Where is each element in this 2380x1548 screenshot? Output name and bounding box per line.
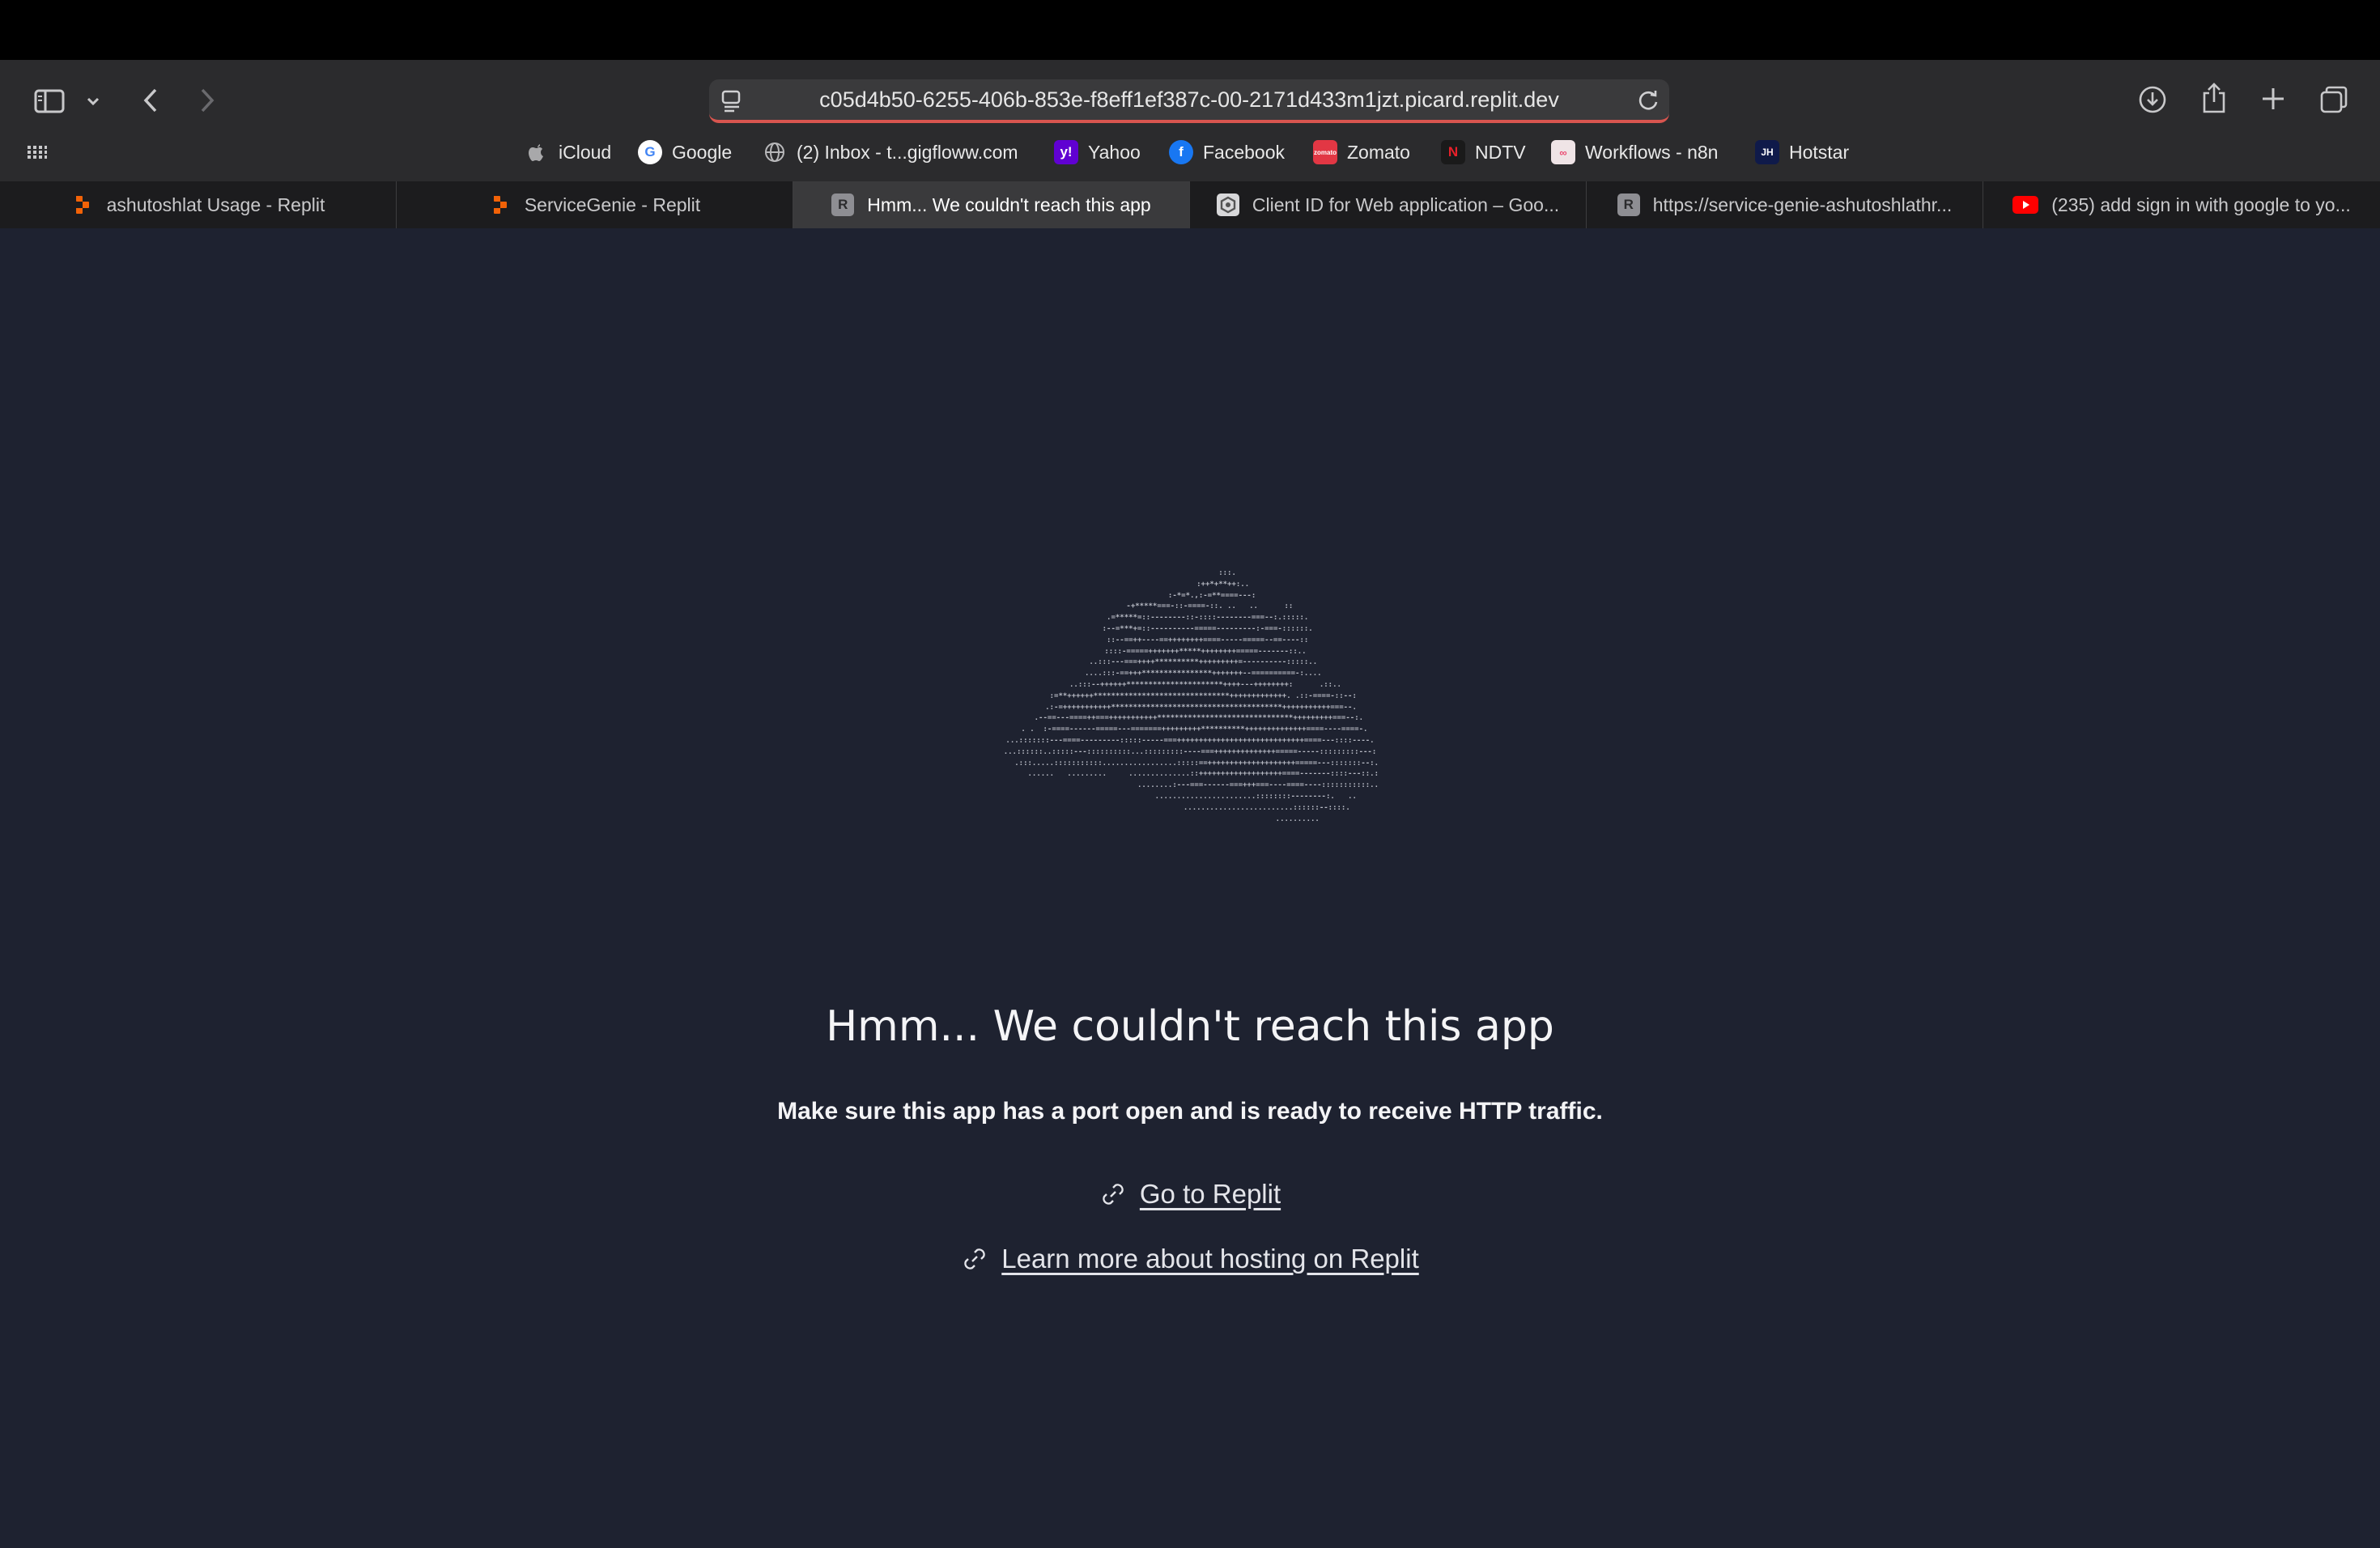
tab-bar: ashutoshlat Usage - Replit ServiceGenie … xyxy=(0,181,2380,229)
bookmark-label: Zomato xyxy=(1347,141,1410,163)
tab-service-genie-url[interactable]: R https://service-genie-ashutoshlathr... xyxy=(1587,181,1983,228)
link-icon xyxy=(964,1248,985,1269)
globe-icon xyxy=(763,140,787,164)
forward-button[interactable] xyxy=(191,84,223,117)
bookmark-ndtv[interactable]: N NDTV xyxy=(1441,134,1526,170)
bookmark-facebook[interactable]: f Facebook xyxy=(1169,134,1285,170)
replit-icon xyxy=(489,194,512,216)
tab-youtube[interactable]: (235) add sign in with google to yo... xyxy=(1983,181,2380,228)
tab-overview-icon xyxy=(2320,86,2348,113)
ndtv-icon: N xyxy=(1441,140,1465,164)
reload-icon[interactable] xyxy=(1635,87,1661,119)
chevron-left-icon xyxy=(143,88,157,113)
hotstar-icon: JH xyxy=(1755,140,1779,164)
plus-icon xyxy=(2263,88,2284,109)
google-cloud-icon xyxy=(1216,194,1239,216)
apple-icon xyxy=(525,140,549,164)
bookmark-label: Google xyxy=(672,141,733,163)
r-icon: R xyxy=(831,194,855,216)
bookmark-label: NDTV xyxy=(1475,141,1526,163)
tab-replit-usage[interactable]: ashutoshlat Usage - Replit xyxy=(0,181,397,228)
back-button[interactable] xyxy=(134,84,167,117)
r-icon: R xyxy=(1617,194,1640,216)
bookmark-label: Hotstar xyxy=(1789,141,1850,163)
bookmark-label: Workflows - n8n xyxy=(1585,141,1719,163)
sidebar-icon xyxy=(34,89,65,113)
address-bar[interactable]: c05d4b50-6255-406b-853e-f8eff1ef387c-00-… xyxy=(709,79,1669,123)
link-label[interactable]: Learn more about hosting on Replit xyxy=(1001,1244,1419,1274)
bookmark-n8n[interactable]: ∞ Workflows - n8n xyxy=(1551,134,1718,170)
url-text[interactable]: c05d4b50-6255-406b-853e-f8eff1ef387c-00-… xyxy=(819,87,1559,113)
tab-group-dropdown-button[interactable] xyxy=(81,89,105,113)
bookmark-hotstar[interactable]: JH Hotstar xyxy=(1755,134,1849,170)
tab-label: ServiceGenie - Replit xyxy=(524,194,701,215)
link-label[interactable]: Go to Replit xyxy=(1140,1179,1281,1210)
tab-label: ashutoshlat Usage - Replit xyxy=(106,194,325,215)
replit-icon xyxy=(71,194,94,216)
download-icon xyxy=(2139,86,2166,113)
bookmark-label: (2) Inbox - t...gigfloww.com xyxy=(797,141,1018,163)
chevron-right-icon xyxy=(201,88,215,113)
page-settings-icon[interactable] xyxy=(720,89,743,119)
grid-icon xyxy=(28,146,47,159)
go-to-replit-link[interactable]: Go to Replit xyxy=(0,1179,2380,1210)
bookmark-label: Yahoo xyxy=(1088,141,1141,163)
n8n-icon: ∞ xyxy=(1551,140,1575,164)
ascii-cloud-illustration: :::. :++*+**++:.. :-*=*.,:-=**====---: -… xyxy=(1003,569,1379,823)
chevron-down-icon xyxy=(87,97,100,106)
downloads-button[interactable] xyxy=(2136,83,2170,117)
tab-label: https://service-genie-ashutoshlathr... xyxy=(1652,194,1953,215)
bookmark-yahoo[interactable]: y! Yahoo xyxy=(1054,134,1141,170)
favorites-bar: iCloud G Google (2) Inbox - t...gigfloww… xyxy=(0,134,2380,170)
bookmark-icloud[interactable]: iCloud xyxy=(525,134,611,170)
browser-toolbar: c05d4b50-6255-406b-853e-f8eff1ef387c-00-… xyxy=(0,60,2380,181)
youtube-icon xyxy=(2012,196,2039,214)
error-page: :::. :++*+**++:.. :-*=*.,:-=**====---: -… xyxy=(0,228,2380,1548)
error-message: Make sure this app has a port open and i… xyxy=(777,1098,1603,1125)
tab-overview-button[interactable] xyxy=(2317,83,2351,117)
learn-more-hosting-link[interactable]: Learn more about hosting on Replit xyxy=(0,1244,2380,1274)
system-menu-bar xyxy=(0,0,2380,60)
google-icon: G xyxy=(638,140,662,164)
tab-label: (235) add sign in with google to yo... xyxy=(2051,194,2351,215)
share-button[interactable] xyxy=(2197,79,2231,117)
link-icon xyxy=(1103,1184,1124,1205)
facebook-icon: f xyxy=(1169,140,1193,164)
bookmark-inbox[interactable]: (2) Inbox - t...gigfloww.com xyxy=(763,134,1018,170)
zomato-icon: zomato xyxy=(1313,140,1337,164)
tab-label: Hmm... We couldn't reach this app xyxy=(867,194,1151,215)
bookmark-google[interactable]: G Google xyxy=(638,134,732,170)
bookmark-label: Facebook xyxy=(1203,141,1286,163)
share-icon xyxy=(2203,83,2225,113)
bookmark-label: iCloud xyxy=(559,141,612,163)
error-headline: Hmm... We couldn't reach this app xyxy=(826,1002,1554,1051)
favorites-grid-button[interactable] xyxy=(24,141,50,164)
tab-google-client-id[interactable]: Client ID for Web application – Goo... xyxy=(1190,181,1587,228)
tab-label: Client ID for Web application – Goo... xyxy=(1252,194,1560,215)
sidebar-toggle-button[interactable] xyxy=(31,83,68,120)
yahoo-icon: y! xyxy=(1054,140,1078,164)
bookmark-zomato[interactable]: zomato Zomato xyxy=(1313,134,1410,170)
new-tab-button[interactable] xyxy=(2257,83,2289,115)
tab-couldnt-reach-app[interactable]: R Hmm... We couldn't reach this app xyxy=(793,181,1190,228)
tab-servicegenie-replit[interactable]: ServiceGenie - Replit xyxy=(397,181,793,228)
